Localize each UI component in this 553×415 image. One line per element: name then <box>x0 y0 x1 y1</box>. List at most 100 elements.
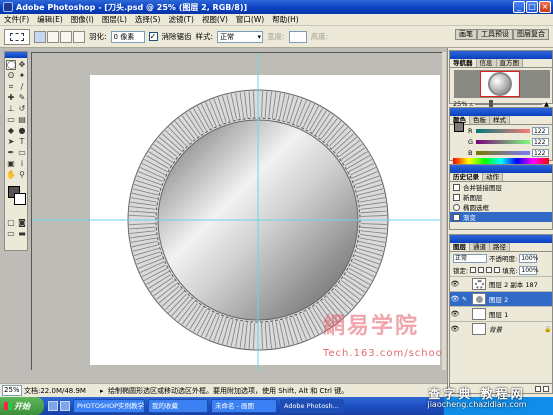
menu-edit[interactable]: 编辑(E) <box>33 14 67 25</box>
menu-filter[interactable]: 滤镜(T) <box>165 14 198 25</box>
layer-row[interactable]: 👁 图层 2 副本 187 <box>450 276 552 291</box>
antialias-checkbox[interactable]: ✓ <box>148 32 158 41</box>
taskbar-button[interactable]: PHOTOSHOP实例教学 <box>73 399 145 413</box>
eye-icon[interactable]: 👁 <box>450 295 460 303</box>
document-size[interactable]: 文档:22.0M/48.9M <box>24 386 100 396</box>
notes-tool-icon[interactable]: ▣ <box>6 159 16 169</box>
new-selection-icon[interactable] <box>34 30 46 43</box>
width-input[interactable] <box>288 30 307 43</box>
canvas-scrollbar[interactable] <box>442 52 446 370</box>
slider-b[interactable] <box>475 150 530 155</box>
color-header[interactable] <box>450 108 552 116</box>
eyedropper-icon[interactable]: ⅰ <box>17 159 27 169</box>
move-tool-icon[interactable]: ✥ <box>17 60 27 70</box>
eye-icon[interactable]: 👁 <box>450 310 460 318</box>
path-select-icon[interactable]: ➤ <box>6 137 16 147</box>
menu-view[interactable]: 视图(V) <box>198 14 232 25</box>
standard-mode-icon[interactable]: ▢ <box>6 218 16 228</box>
gradient-tool-icon[interactable]: ▤ <box>17 115 27 125</box>
current-color-swatch[interactable] <box>454 122 464 132</box>
lock-all-icon[interactable] <box>494 267 501 273</box>
shape-tool-icon[interactable]: ▭ <box>17 148 27 158</box>
fullscreen-mode-icon[interactable]: ▬ <box>17 229 27 239</box>
blur-tool-icon[interactable]: ◆ <box>6 126 16 136</box>
tab-paths[interactable]: 路径 <box>490 243 510 251</box>
slider-r[interactable] <box>475 128 530 133</box>
taskbar-button-active[interactable]: Adobe Photosh... <box>280 399 344 413</box>
brushes-tab[interactable]: 画笔 <box>455 29 477 40</box>
blend-mode-select[interactable]: 正常 <box>453 253 487 263</box>
crop-tool-icon[interactable]: ⌗ <box>6 82 16 92</box>
eraser-tool-icon[interactable]: ▭ <box>6 115 16 125</box>
history-brush-icon[interactable]: ↺ <box>17 104 27 114</box>
zoom-tool-icon[interactable]: ⚲ <box>17 170 27 180</box>
tool-preset-picker[interactable] <box>4 28 30 45</box>
eye-icon[interactable]: 👁 <box>450 280 460 288</box>
tab-info[interactable]: 信息 <box>476 59 497 67</box>
menu-file[interactable]: 文件(F) <box>0 14 33 25</box>
background-color-swatch[interactable] <box>14 193 26 205</box>
lock-image-icon[interactable] <box>478 267 485 273</box>
quick-launch-desktop-icon[interactable] <box>60 401 70 411</box>
start-button[interactable]: 开始 <box>0 397 44 415</box>
healing-brush-icon[interactable]: ✚ <box>6 93 16 103</box>
lock-position-icon[interactable] <box>486 267 493 273</box>
tab-histogram[interactable]: 直方图 <box>496 59 523 67</box>
history-item-selected[interactable]: 渐变 <box>450 212 552 222</box>
layer-row-selected[interactable]: 👁 ✎ 图层 2 <box>450 291 552 306</box>
quick-launch-ie-icon[interactable] <box>48 401 58 411</box>
dodge-tool-icon[interactable]: ● <box>17 126 27 136</box>
history-item[interactable]: 新图层 <box>450 192 552 202</box>
menu-select[interactable]: 选择(S) <box>131 14 165 25</box>
feather-input[interactable]: 0 像素 <box>110 30 145 43</box>
navigator-header[interactable] <box>450 51 552 59</box>
intersect-selection-icon[interactable] <box>73 30 85 43</box>
value-r[interactable]: 122 <box>531 126 549 135</box>
tab-styles[interactable]: 样式 <box>490 116 510 124</box>
tab-swatches[interactable]: 色板 <box>470 116 490 124</box>
menu-layer[interactable]: 图层(L) <box>98 14 131 25</box>
layer-row[interactable]: 👁 图层 1 <box>450 306 552 321</box>
tab-layers[interactable]: 图层 <box>450 243 470 251</box>
tab-navigator[interactable]: 导航器 <box>450 59 477 67</box>
hand-tool-icon[interactable]: ✋ <box>6 170 16 180</box>
value-g[interactable]: 122 <box>531 137 549 146</box>
layer-comps-tab[interactable]: 图层复合 <box>513 29 549 40</box>
magic-wand-icon[interactable]: ✦ <box>17 71 27 81</box>
lasso-tool-icon[interactable]: ʘ <box>6 71 16 81</box>
taskbar-button[interactable]: 未命名 - 画图 <box>211 399 277 413</box>
opacity-input[interactable]: 100% <box>519 253 538 263</box>
lock-transparency-icon[interactable] <box>470 267 477 273</box>
tool-presets-tab[interactable]: 工具预设 <box>477 29 513 40</box>
value-b[interactable]: 122 <box>531 148 549 157</box>
layers-header[interactable] <box>450 235 552 243</box>
brush-icon[interactable]: ✎ <box>460 296 469 303</box>
navigator-thumbnail[interactable] <box>454 70 550 98</box>
minimize-button[interactable]: _ <box>513 1 525 13</box>
zoom-field[interactable]: 25% <box>2 385 22 396</box>
fill-input[interactable]: 100% <box>519 265 539 275</box>
maximize-button[interactable]: □ <box>526 1 538 13</box>
tab-history[interactable]: 历史记录 <box>450 173 483 181</box>
menu-window[interactable]: 窗口(W) <box>232 14 268 25</box>
taskbar-button[interactable]: 我的收藏 <box>148 399 208 413</box>
tab-channels[interactable]: 通道 <box>470 243 490 251</box>
type-tool-icon[interactable]: T <box>17 137 27 147</box>
quickmask-mode-icon[interactable]: ◙ <box>17 218 27 228</box>
style-select[interactable]: 正常 <box>217 30 264 43</box>
photoshop-app-icon[interactable] <box>3 2 13 12</box>
slider-g[interactable] <box>475 139 530 144</box>
close-button[interactable]: × <box>539 1 551 13</box>
clone-stamp-icon[interactable]: ⊥ <box>6 104 16 114</box>
status-menu-arrow-icon[interactable]: ▸ <box>100 387 108 395</box>
navigator-zoom-slider[interactable] <box>474 100 542 108</box>
menu-help[interactable]: 帮助(H) <box>268 14 303 25</box>
add-selection-icon[interactable] <box>47 30 59 43</box>
marquee-tool-icon[interactable]: ◯ <box>6 60 16 70</box>
subtract-selection-icon[interactable] <box>60 30 72 43</box>
history-item[interactable]: 椭圆选框 <box>450 202 552 212</box>
slice-tool-icon[interactable]: ∕ <box>17 82 27 92</box>
screen-mode-icon[interactable]: ▭ <box>6 229 16 239</box>
menu-image[interactable]: 图像(I) <box>67 14 98 25</box>
tab-actions[interactable]: 动作 <box>483 173 503 181</box>
